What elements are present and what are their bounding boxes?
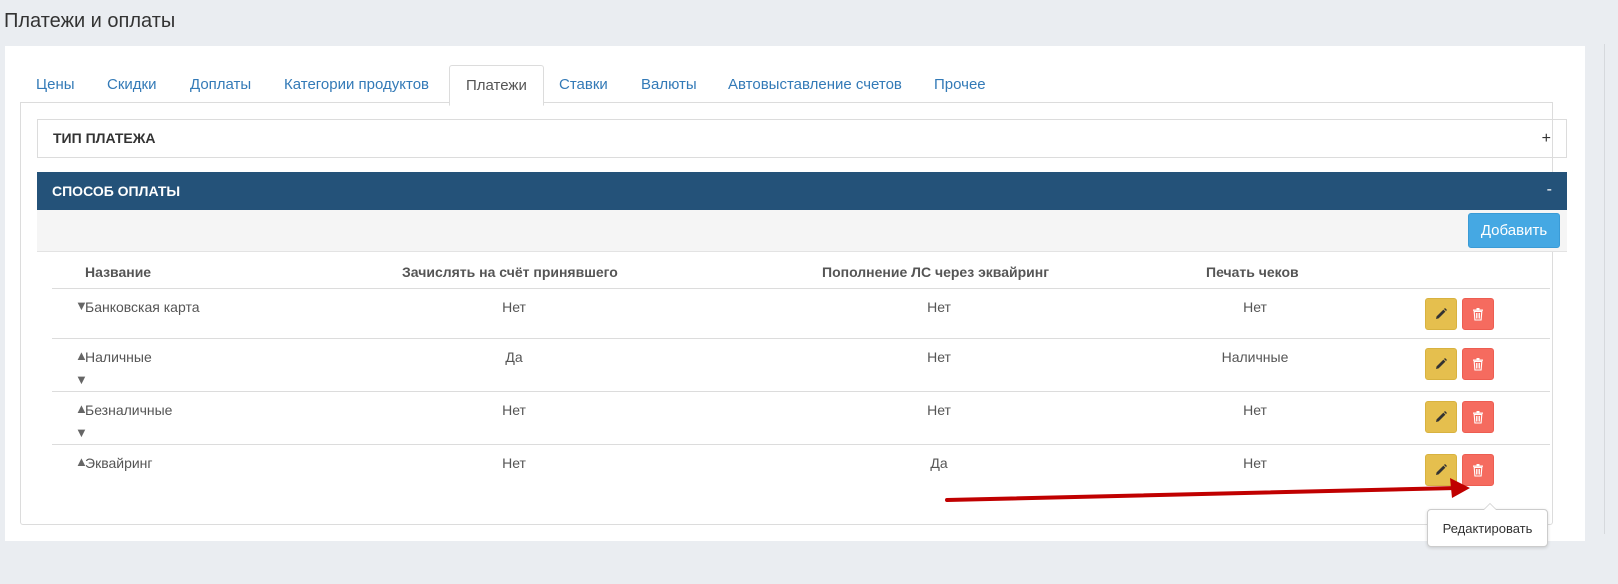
payment-method-panel-header[interactable]: СПОСОБ ОПЛАТЫ - [37,172,1567,210]
edit-button[interactable] [1425,298,1457,330]
tab-other[interactable]: Прочее [934,65,986,105]
tab-discounts[interactable]: Скидки [107,65,156,105]
tab-bar: Цены Скидки Доплаты Категории продуктов … [25,65,1586,106]
tab-auto-invoicing[interactable]: Автовыставление счетов [728,65,902,105]
row-credit: Нет [502,402,526,418]
trash-icon [1473,358,1483,371]
delete-button[interactable] [1462,298,1494,330]
tab-payments[interactable]: Платежи [449,65,544,106]
table-row: ▲ ▼ Безналичные Нет Нет Нет [52,392,1550,445]
payment-type-panel-header[interactable]: ТИП ПЛАТЕЖА + [37,119,1567,158]
tab-currencies[interactable]: Валюты [641,65,697,105]
trash-icon [1473,464,1483,477]
edit-button[interactable] [1425,348,1457,380]
row-acquiring: Нет [927,299,951,315]
pencil-icon [1436,308,1447,319]
edit-button[interactable] [1425,401,1457,433]
pencil-icon [1436,464,1447,475]
scrollbar-track[interactable] [1604,44,1605,534]
row-acquiring: Да [930,455,948,471]
row-print: Нет [1243,455,1267,471]
row-name: Наличные [85,349,152,365]
delete-button[interactable] [1462,401,1494,433]
row-acquiring: Нет [927,402,951,418]
payment-method-toolbar: Добавить [37,210,1567,252]
edit-tooltip: Редактировать [1427,503,1548,547]
row-print: Нет [1243,402,1267,418]
row-name: Эквайринг [85,455,153,471]
tab-surcharges[interactable]: Доплаты [190,65,251,105]
tab-prices[interactable]: Цены [36,65,75,105]
pencil-icon [1436,411,1447,422]
table-row: ▲ Эквайринг Нет Да Нет [52,445,1550,495]
payment-type-title: ТИП ПЛАТЕЖА [53,130,156,146]
table-row: ▼ Банковская карта Нет Нет Нет [52,289,1550,339]
trash-icon [1473,411,1483,424]
collapse-icon[interactable]: - [1547,172,1552,208]
add-button[interactable]: Добавить [1468,213,1560,248]
payment-methods-table: Название Зачислять на счёт принявшего По… [52,251,1550,495]
payment-method-title: СПОСОБ ОПЛАТЫ [52,183,181,199]
expand-icon[interactable]: + [1542,120,1551,157]
row-print: Нет [1243,299,1267,315]
row-name: Банковская карта [85,299,200,315]
row-name: Безналичные [85,402,173,418]
row-credit: Нет [502,299,526,315]
delete-button[interactable] [1462,454,1494,486]
row-print: Наличные [1221,349,1289,365]
column-header-name: Название [85,264,152,280]
table-header: Название Зачислять на счёт принявшего По… [52,251,1550,289]
triangle-down-icon[interactable]: ▼ [75,373,88,386]
tab-rates[interactable]: Ставки [559,65,608,105]
edit-button[interactable] [1425,454,1457,486]
page-title: Платежи и оплаты [4,10,176,32]
triangle-down-icon[interactable]: ▼ [75,426,88,439]
row-acquiring: Нет [927,349,951,365]
delete-button[interactable] [1462,348,1494,380]
column-header-print: Печать чеков [1206,264,1299,280]
row-credit: Да [505,349,523,365]
row-credit: Нет [502,455,526,471]
table-row: ▲ ▼ Наличные Да Нет Наличные [52,339,1550,392]
trash-icon [1473,308,1483,321]
column-header-credit: Зачислять на счёт принявшего [402,264,618,280]
tab-product-categories[interactable]: Категории продуктов [284,65,429,105]
pencil-icon [1436,358,1447,369]
column-header-acquiring: Пополнение ЛС через эквайринг [822,264,1050,280]
